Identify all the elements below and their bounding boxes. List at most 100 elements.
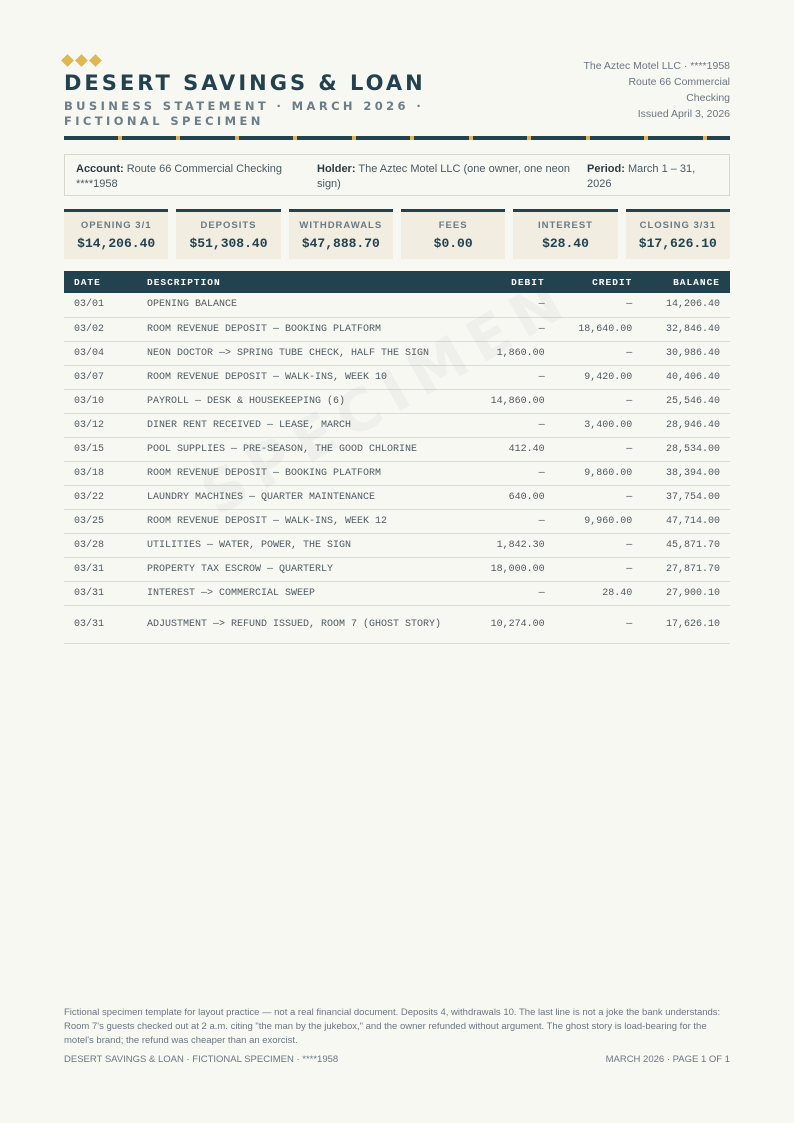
issuer-line-2: Route 66 Commercial	[628, 76, 730, 88]
row-credit: 28.40	[554, 581, 643, 606]
row-description: INTEREST —> COMMERCIAL SWEEP	[137, 581, 467, 606]
summary-card-interest: INTEREST $28.40	[513, 209, 618, 259]
footer-left: DESERT SAVINGS & LOAN · FICTIONAL SPECIM…	[64, 1054, 339, 1065]
issued-date: Issued April 3, 2026	[637, 108, 730, 120]
rule-tick	[469, 136, 473, 140]
brand-diamonds	[61, 54, 102, 67]
row-debit: 640.00	[467, 485, 555, 510]
row-date: 03/10	[64, 389, 137, 414]
row-debit: —	[467, 461, 555, 486]
summary-card-opening: OPENING 3/1 $14,206.40	[64, 209, 169, 259]
row-balance: 32,846.40	[642, 317, 730, 342]
row-credit: 9,960.00	[554, 509, 643, 534]
table-row: 03/25 ROOM REVENUE DEPOSIT — WALK-INS, W…	[64, 509, 730, 534]
row-balance: 28,534.00	[642, 437, 730, 462]
rule-tick	[235, 136, 239, 140]
row-debit: —	[467, 317, 555, 342]
footer-page-number: MARCH 2026 · PAGE 1 OF 1	[605, 1054, 730, 1065]
header-date: DATE	[74, 276, 101, 288]
header-debit: DEBIT	[511, 276, 545, 288]
header-credit: CREDIT	[592, 276, 633, 288]
row-description: ROOM REVENUE DEPOSIT — WALK-INS, WEEK 12	[137, 509, 467, 534]
footer-note: Fictional specimen template for layout p…	[64, 1007, 721, 1046]
row-debit: 14,860.00	[467, 389, 555, 414]
row-date: 03/01	[64, 293, 137, 318]
holder-field: Holder: The Aztec Motel LLC (one owner, …	[317, 162, 577, 192]
issuer-line-1: The Aztec Motel LLC · ****1958	[583, 60, 731, 72]
table-row: 03/31 PROPERTY TAX ESCROW — QUARTERLY 18…	[64, 557, 730, 582]
header-rule	[64, 136, 730, 140]
table-row: 03/18 ROOM REVENUE DEPOSIT — BOOKING PLA…	[64, 461, 730, 486]
table-header-row: DATE DESCRIPTION DEBIT CREDIT BALANCE	[64, 271, 730, 293]
row-balance: 27,871.70	[642, 557, 730, 582]
rule-tick	[703, 136, 707, 140]
row-balance: 47,714.00	[642, 509, 730, 534]
row-description: ADJUSTMENT —> REFUND ISSUED, ROOM 7 (GHO…	[137, 605, 467, 644]
table-row: 03/07 ROOM REVENUE DEPOSIT — WALK-INS, W…	[64, 365, 730, 390]
row-debit: 1,842.30	[467, 533, 555, 558]
holder-label: Holder:	[317, 163, 356, 175]
card-label: FEES	[438, 220, 468, 231]
row-description: PAYROLL — DESK & HOUSEKEEPING (6)	[137, 389, 467, 414]
table-row: 03/15 POOL SUPPLIES — PRE-SEASON, THE GO…	[64, 437, 730, 462]
row-date: 03/15	[64, 437, 137, 462]
card-label: CLOSING 3/31	[639, 220, 717, 231]
row-balance: 45,871.70	[642, 533, 730, 558]
row-description: LAUNDRY MACHINES — QUARTER MAINTENANCE	[137, 485, 467, 510]
card-value: $17,626.10	[638, 236, 717, 251]
row-description: NEON DOCTOR —> SPRING TUBE CHECK, HALF T…	[137, 341, 467, 366]
card-value: $14,206.40	[77, 236, 156, 251]
row-balance: 25,546.40	[642, 389, 730, 414]
row-date: 03/28	[64, 533, 137, 558]
table-row: 03/22 LAUNDRY MACHINES — QUARTER MAINTEN…	[64, 485, 730, 510]
rule-tick	[410, 136, 414, 140]
row-description: UTILITIES — WATER, POWER, THE SIGN	[137, 533, 467, 558]
row-description: ROOM REVENUE DEPOSIT — BOOKING PLATFORM	[137, 317, 467, 342]
row-description: POOL SUPPLIES — PRE-SEASON, THE GOOD CHL…	[137, 437, 467, 462]
row-credit: —	[554, 557, 643, 582]
row-date: 03/22	[64, 485, 137, 510]
period-label: Period:	[587, 163, 625, 175]
row-balance: 17,626.10	[642, 605, 730, 644]
rule-tick	[644, 136, 648, 140]
rule-tick	[586, 136, 590, 140]
row-balance: 14,206.40	[642, 293, 730, 318]
row-debit: —	[467, 509, 555, 534]
card-label: OPENING 3/1	[80, 220, 152, 231]
row-credit: —	[554, 533, 643, 558]
transactions-table: DATE DESCRIPTION DEBIT CREDIT BALANCE 03…	[64, 271, 730, 644]
row-credit: 9,860.00	[554, 461, 643, 486]
row-debit: —	[467, 293, 555, 318]
table-row: 03/02 ROOM REVENUE DEPOSIT — BOOKING PLA…	[64, 317, 730, 342]
row-credit: —	[554, 605, 643, 644]
rule-tick	[527, 136, 531, 140]
diamond-icon	[75, 54, 88, 67]
table-row: 03/10 PAYROLL — DESK & HOUSEKEEPING (6) …	[64, 389, 730, 414]
row-debit: —	[467, 581, 555, 606]
card-label: DEPOSITS	[200, 220, 257, 231]
issuer-block: The Aztec Motel LLC · ****1958 Route 66 …	[530, 58, 731, 122]
row-balance: 38,394.00	[642, 461, 730, 486]
row-date: 03/02	[64, 317, 137, 342]
table-row: 03/04 NEON DOCTOR —> SPRING TUBE CHECK, …	[64, 341, 730, 366]
row-balance: 40,406.40	[642, 365, 730, 390]
row-description: OPENING BALANCE	[137, 293, 467, 318]
account-label: Account:	[76, 163, 124, 175]
row-balance: 28,946.40	[642, 413, 730, 438]
card-value: $28.40	[542, 236, 589, 251]
row-description: PROPERTY TAX ESCROW — QUARTERLY	[137, 557, 467, 582]
row-credit: 18,640.00	[554, 317, 643, 342]
header-balance: BALANCE	[673, 276, 720, 288]
row-description: DINER RENT RECEIVED — LEASE, MARCH	[137, 413, 467, 438]
row-date: 03/31	[64, 557, 137, 582]
row-balance: 27,900.10	[642, 581, 730, 606]
row-debit: 18,000.00	[467, 557, 555, 582]
summary-cards: OPENING 3/1 $14,206.40 DEPOSITS $51,308.…	[64, 209, 730, 259]
row-date: 03/12	[64, 413, 137, 438]
statement-subtitle: BUSINESS STATEMENT · MARCH 2026 · FICTIO…	[64, 99, 425, 128]
table-row: 03/28 UTILITIES — WATER, POWER, THE SIGN…	[64, 533, 730, 558]
summary-card-withdrawals: WITHDRAWALS $47,888.70	[288, 209, 393, 259]
issuer-line-3: Checking	[686, 92, 730, 104]
diamond-icon	[61, 54, 74, 67]
row-debit: 412.40	[467, 437, 555, 462]
